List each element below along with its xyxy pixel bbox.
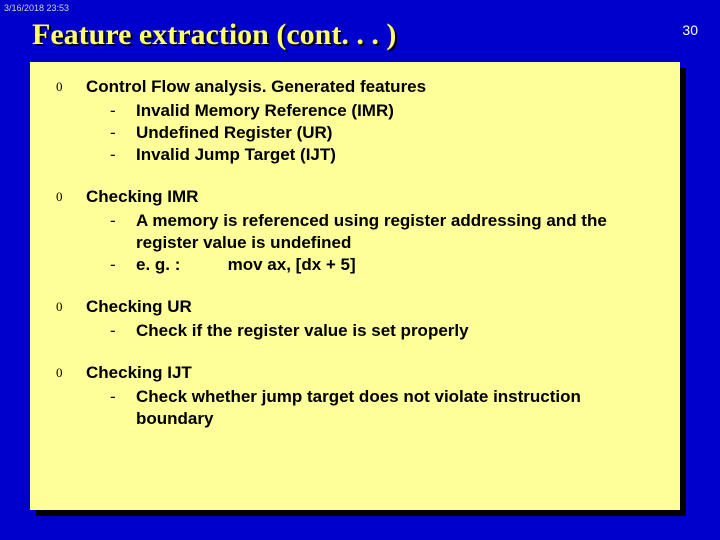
- dash-icon: [110, 386, 136, 408]
- sub-text: Check if the register value is set prope…: [136, 320, 660, 342]
- sub-text: Invalid Jump Target (IJT): [136, 144, 660, 166]
- bullet-icon: [56, 362, 86, 384]
- sub-item: Check if the register value is set prope…: [56, 320, 660, 342]
- sub-item: A memory is referenced using register ad…: [56, 210, 660, 254]
- dash-icon: [110, 144, 136, 166]
- content-panel: Control Flow analysis. Generated feature…: [30, 62, 680, 510]
- sub-item: e. g. : mov ax, [dx + 5]: [56, 254, 660, 276]
- heading-text: Control Flow analysis. Generated feature…: [86, 76, 426, 98]
- slide-title: Feature extraction (cont. . . ): [32, 18, 396, 52]
- section: Checking IMR A memory is referenced usin…: [56, 186, 660, 276]
- heading-text: Checking IMR: [86, 186, 198, 208]
- heading-text: Checking UR: [86, 296, 192, 318]
- section-heading: Control Flow analysis. Generated feature…: [56, 76, 660, 98]
- section-heading: Checking IMR: [56, 186, 660, 208]
- heading-text: Checking IJT: [86, 362, 192, 384]
- sub-text: e. g. : mov ax, [dx + 5]: [136, 254, 660, 276]
- section: Checking IJT Check whether jump target d…: [56, 362, 660, 430]
- sub-item: Invalid Jump Target (IJT): [56, 144, 660, 166]
- sub-text: Invalid Memory Reference (IMR): [136, 100, 660, 122]
- dash-icon: [110, 254, 136, 276]
- section: Checking UR Check if the register value …: [56, 296, 660, 342]
- dash-icon: [110, 122, 136, 144]
- bullet-icon: [56, 76, 86, 98]
- dash-icon: [110, 100, 136, 122]
- page-number: 30: [682, 22, 698, 38]
- dash-icon: [110, 320, 136, 342]
- sub-item: Invalid Memory Reference (IMR): [56, 100, 660, 122]
- sub-text: Undefined Register (UR): [136, 122, 660, 144]
- sub-item: Undefined Register (UR): [56, 122, 660, 144]
- sub-text: Check whether jump target does not viola…: [136, 386, 660, 430]
- section-heading: Checking UR: [56, 296, 660, 318]
- bullet-icon: [56, 296, 86, 318]
- bullet-icon: [56, 186, 86, 208]
- timestamp: 3/16/2018 23:53: [4, 3, 69, 13]
- sub-text: A memory is referenced using register ad…: [136, 210, 660, 254]
- sub-item: Check whether jump target does not viola…: [56, 386, 660, 430]
- section-heading: Checking IJT: [56, 362, 660, 384]
- section: Control Flow analysis. Generated feature…: [56, 76, 660, 166]
- dash-icon: [110, 210, 136, 232]
